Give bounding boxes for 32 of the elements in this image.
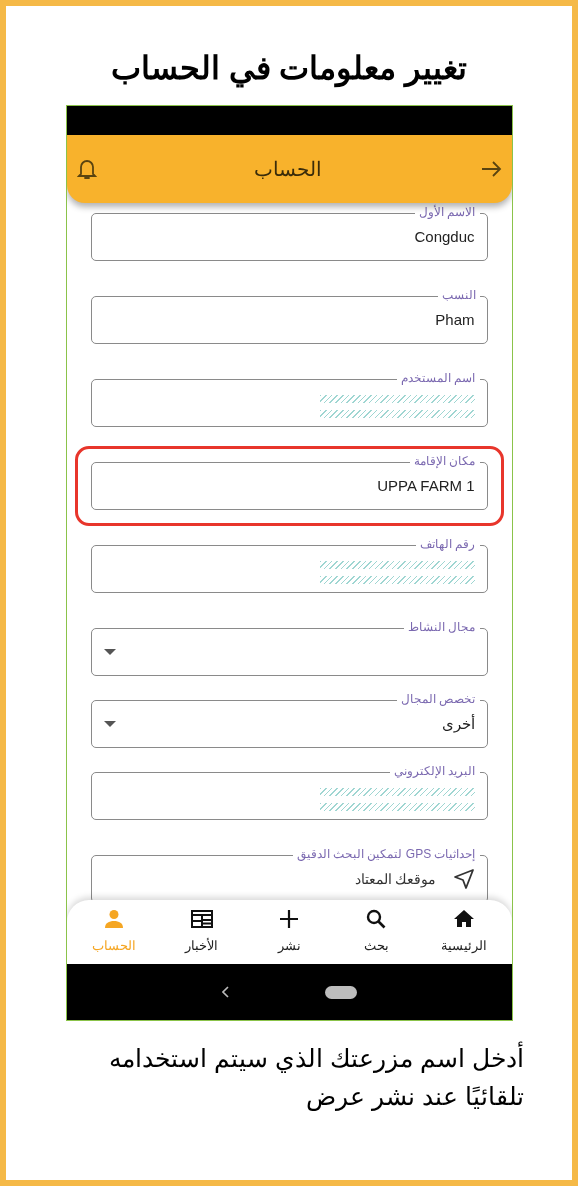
newspaper-icon — [190, 908, 213, 931]
navigation-arrow-icon[interactable] — [452, 868, 475, 890]
field-value: UPPA FARM 1 — [377, 475, 475, 496]
forward-arrow-icon[interactable] — [479, 160, 502, 178]
app-bar-title: الحساب — [254, 157, 322, 182]
nav-tab[interactable]: الأخبار — [161, 908, 242, 956]
field-label: تخصص المجال — [397, 691, 480, 707]
back-chevron-icon[interactable] — [221, 986, 230, 998]
person-icon — [103, 908, 126, 931]
nav-tab[interactable]: نشر — [249, 908, 330, 956]
field-value: Pham — [435, 309, 475, 330]
home-pill[interactable] — [324, 985, 357, 999]
dropdown-caret-icon[interactable] — [103, 721, 116, 727]
field-label: مكان الإقامة — [410, 453, 480, 469]
field-label: إحداثيات GPS لتمكين البحث الدقيق — [292, 846, 480, 862]
dropdown-caret-icon[interactable] — [103, 649, 116, 655]
field-label: الاسم الأول — [415, 204, 480, 220]
nav-tab[interactable]: الرئيسية — [423, 908, 504, 956]
field-value: Congduc — [414, 226, 475, 247]
field-label: النسب — [437, 287, 480, 303]
field-value: أخرى — [441, 713, 475, 735]
field-label: البريد الإلكتروني — [390, 763, 480, 779]
page-heading: تغيير معلومات في الحساب — [110, 49, 468, 90]
field-label: اسم المستخدم — [397, 370, 480, 386]
field-label: مجال النشاط — [404, 619, 480, 635]
search-icon — [365, 908, 388, 931]
nav-tab[interactable]: بحث — [336, 908, 417, 956]
bell-icon[interactable] — [76, 158, 97, 180]
plus-icon — [278, 908, 301, 931]
field-label: رقم الهاتف — [416, 536, 480, 552]
field-value: موقعك المعتاد — [354, 869, 437, 890]
caption-text: أدخل اسم مزرعتك الذي سيتم استخدامه تلقائيًا عند نشر عرض — [54, 1039, 524, 1115]
